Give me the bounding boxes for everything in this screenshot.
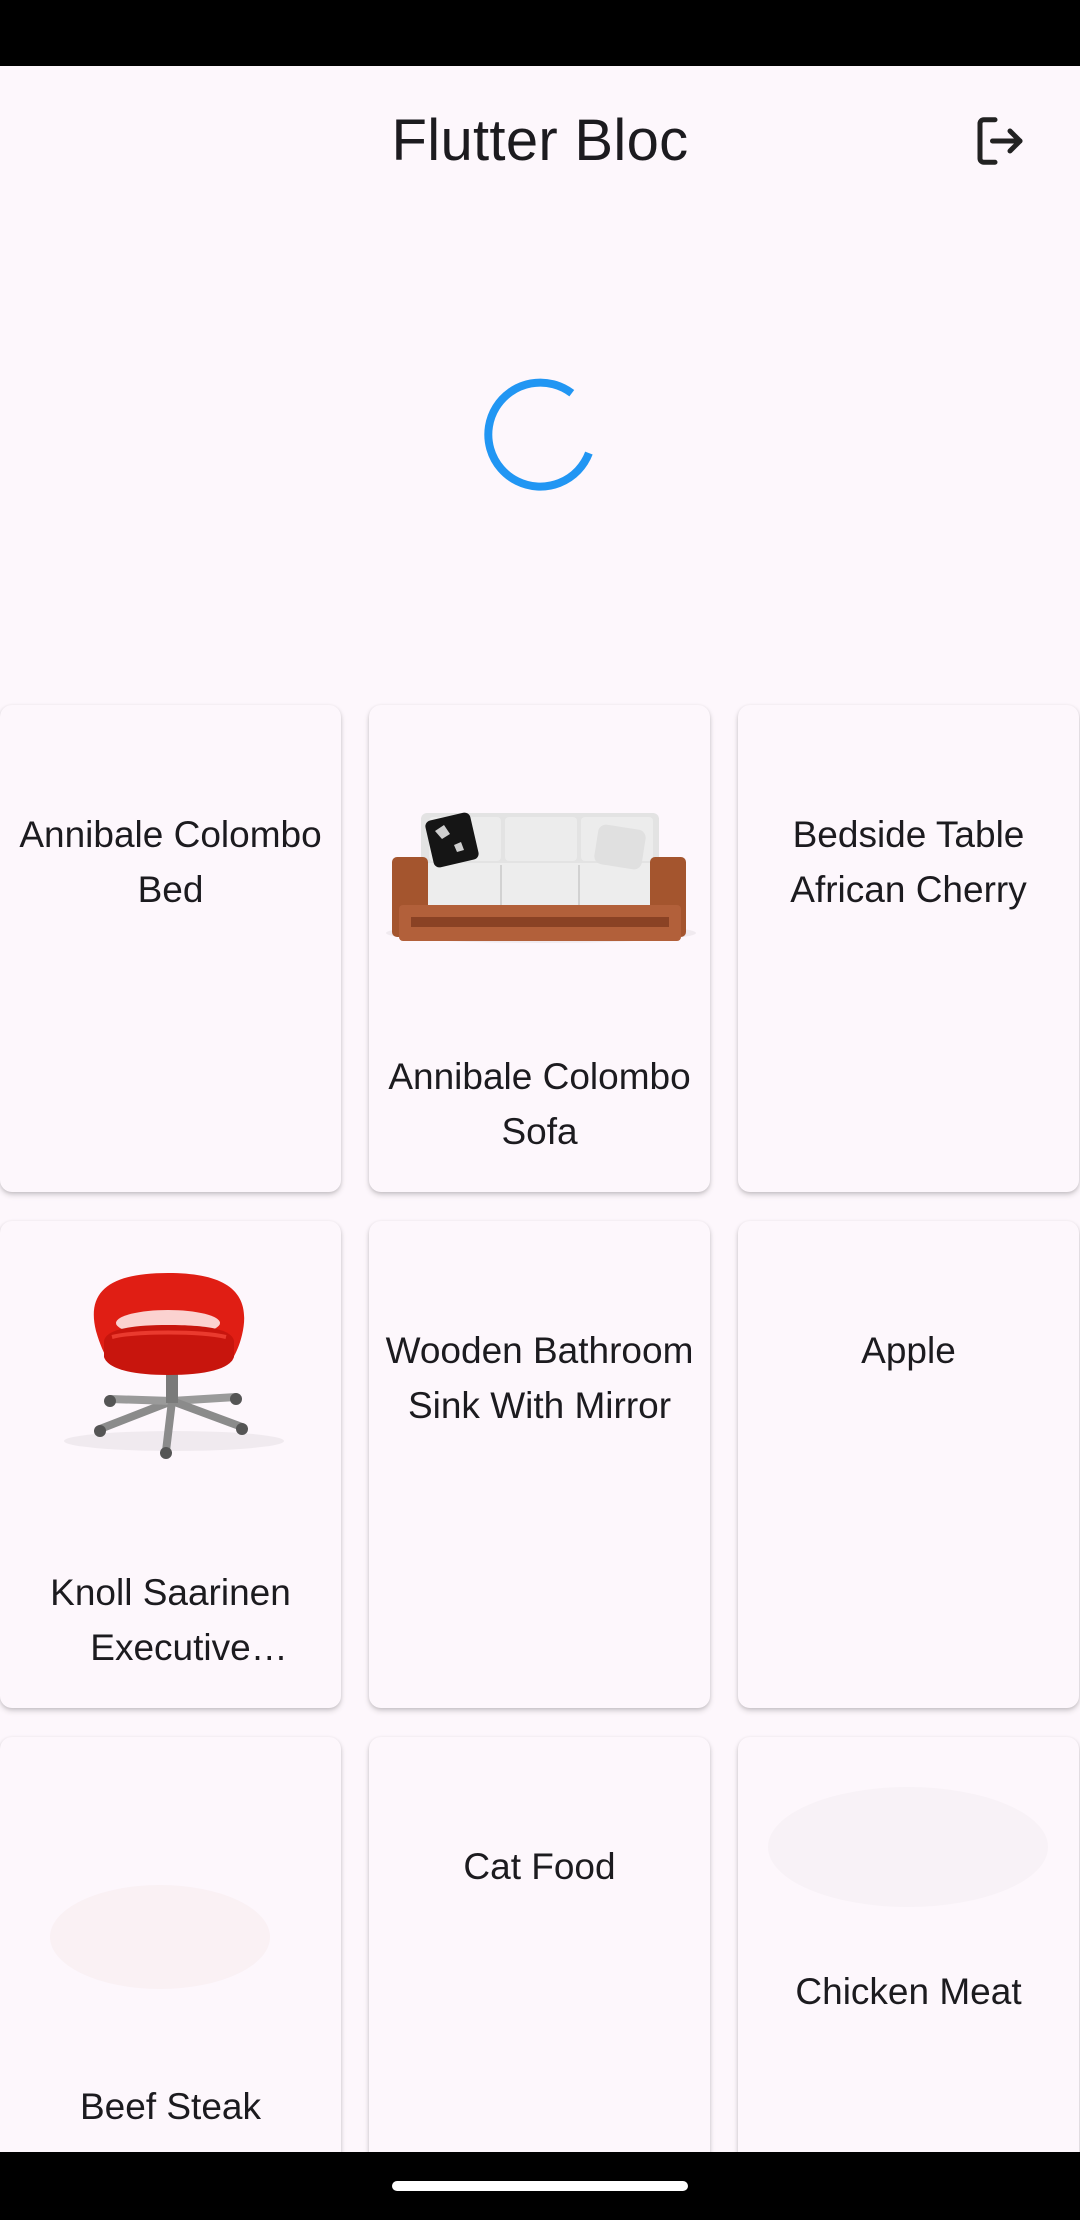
product-name: Apple [861,1330,956,1371]
logout-button[interactable] [960,101,1040,181]
logout-icon [977,117,1023,165]
home-gesture-handle[interactable] [392,2181,688,2191]
product-card[interactable]: Knoll Saarinen Executive Conference Chai… [0,1221,341,1708]
product-card[interactable]: Wooden Bathroom Sink With Mirror [369,1221,710,1708]
product-card[interactable]: Bedside Table African Cherry [738,705,1079,1192]
product-card[interactable]: Chicken Meat [738,1737,1079,2152]
app-bar: Flutter Bloc [0,66,1080,216]
chicken-meat-image [768,1787,1048,1907]
loading-spinner [484,378,593,491]
product-name: Chicken Meat [795,1971,1022,2012]
product-name: Annibale Colombo Sofa [388,1056,691,1152]
product-name: Wooden Bathroom Sink With Mirror [385,1330,694,1426]
product-card[interactable]: Apple [738,1221,1079,1708]
product-card[interactable]: Annibale Colombo Bed [0,705,341,1192]
product-name: Annibale Colombo Bed [19,814,322,910]
product-grid: Annibale Colombo Bed Annibale Colombo So… [0,0,1080,2152]
product-name: Cat Food [463,1846,616,1887]
red-chair-image [64,1273,284,1459]
product-name: Bedside Table African Cherry [790,814,1027,910]
product-card[interactable]: Beef Steak [0,1737,341,2152]
navigation-bar [0,2152,1080,2220]
sofa-image [386,812,696,943]
beef-steak-image [50,1885,270,1989]
product-name: Beef Steak [79,2086,261,2127]
product-card[interactable]: Annibale Colombo Sofa [369,705,710,1192]
product-card[interactable]: Cat Food [369,1737,710,2152]
product-name: Knoll Saarinen Executive Conference Chai… [50,1572,291,1668]
page-title: Flutter Bloc [391,108,689,173]
